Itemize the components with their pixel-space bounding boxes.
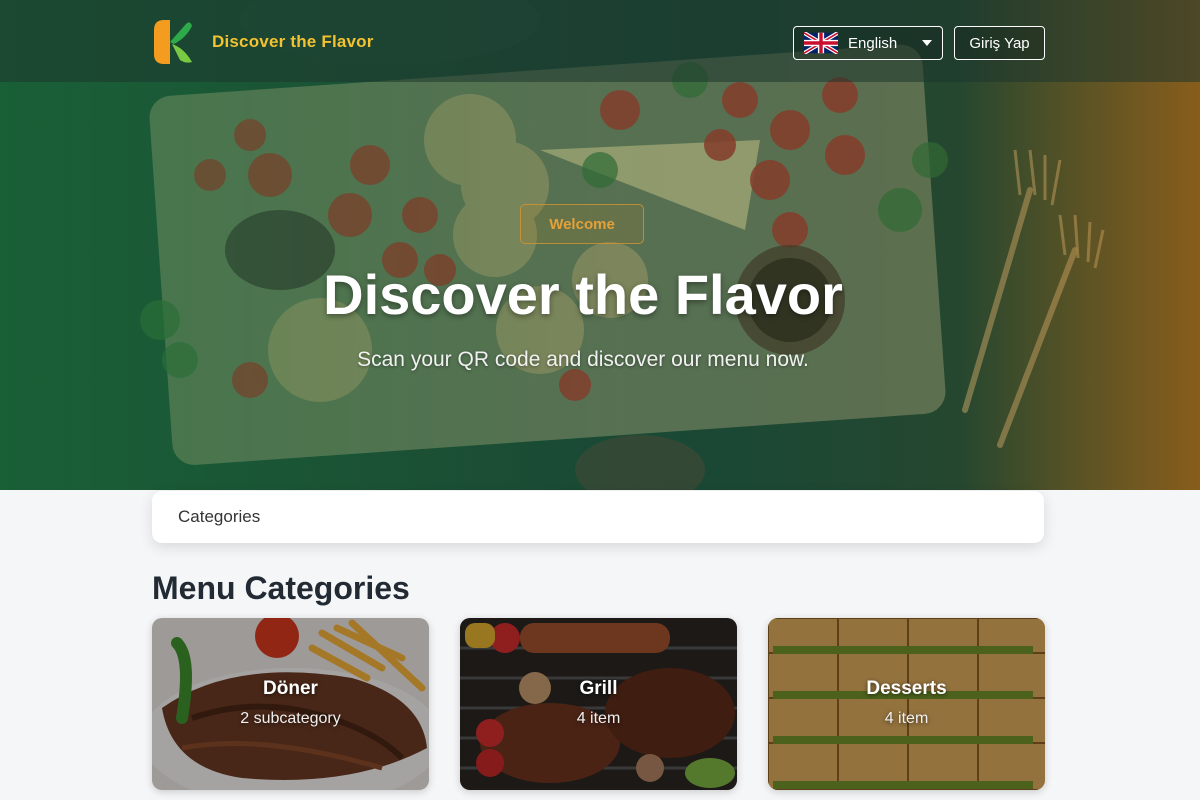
hero-subtitle: Scan your QR code and discover our menu …: [357, 348, 809, 371]
card-count: 4 item: [576, 710, 621, 727]
language-label: English: [848, 34, 898, 52]
language-dropdown[interactable]: English: [793, 26, 943, 60]
categories-label: Categories: [178, 507, 261, 526]
brand-name[interactable]: Discover the Flavor: [212, 32, 374, 52]
card-title: Döner: [263, 678, 318, 699]
card-shade: [768, 618, 1045, 790]
card-shade: [152, 618, 429, 790]
card-title: Grill: [579, 678, 618, 699]
category-card-doner[interactable]: Döner 2 subcategory: [152, 618, 429, 790]
hero-title: Discover the Flavor: [323, 263, 843, 326]
card-count: 2 subcategory: [240, 710, 341, 727]
caret-down-icon: [922, 40, 932, 46]
welcome-badge: Welcome: [520, 204, 644, 244]
login-button[interactable]: Giriş Yap: [954, 26, 1045, 60]
card-shade: [460, 618, 737, 790]
navbar: Discover the Flavor English Giriş Yap: [0, 0, 1200, 82]
uk-flag-icon: [804, 32, 838, 54]
card-title: Desserts: [866, 678, 947, 699]
category-card-desserts[interactable]: Desserts 4 item: [768, 618, 1045, 790]
menu-categories-title: Menu Categories: [152, 570, 410, 606]
category-card-grill[interactable]: Grill 4 item: [460, 618, 737, 790]
card-count: 4 item: [884, 710, 929, 727]
brand-logo[interactable]: [150, 18, 194, 66]
categories-bar[interactable]: Categories: [152, 491, 1044, 543]
